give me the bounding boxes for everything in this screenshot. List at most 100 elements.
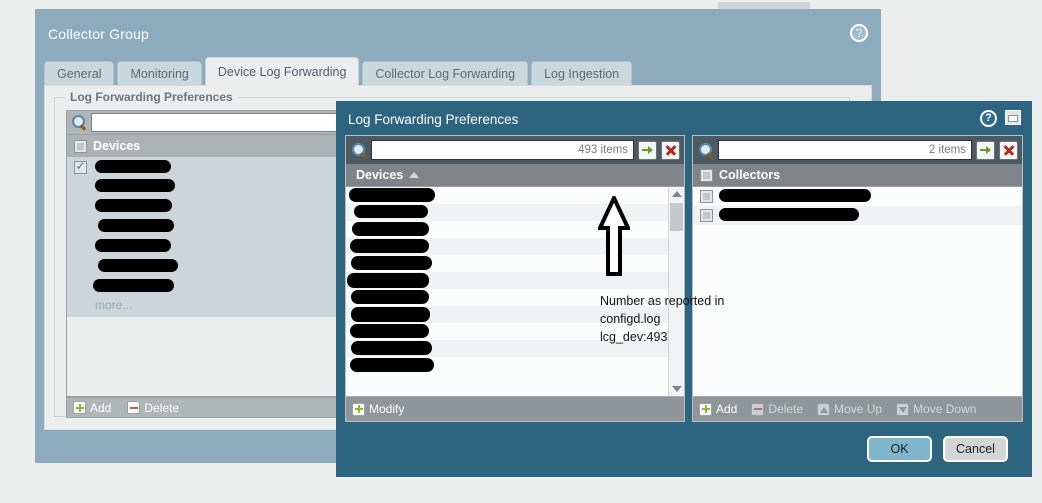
delete-button-label: Delete <box>144 400 180 415</box>
chevron-up-icon[interactable] <box>669 187 684 201</box>
redacted-device-name <box>95 179 175 192</box>
column-header-devices: Devices <box>93 139 141 153</box>
row-checkbox[interactable] <box>699 209 713 222</box>
arrow-right-icon[interactable] <box>976 140 995 160</box>
modify-button-label: Modify <box>369 402 405 416</box>
cancel-button[interactable]: Cancel <box>943 436 1008 462</box>
redacted-device-name <box>350 239 429 253</box>
devices-search-input[interactable]: 493 items <box>371 140 634 160</box>
ok-button[interactable]: OK <box>867 436 932 462</box>
list-item[interactable] <box>346 187 684 204</box>
row-checkbox-cell[interactable] <box>693 190 719 203</box>
search-icon <box>72 115 87 130</box>
devices-panel: 493 items Devices Modify <box>345 135 685 422</box>
tab-bar: General Monitoring Device Log Forwarding… <box>44 57 635 86</box>
tab-monitoring[interactable]: Monitoring <box>117 61 202 86</box>
redacted-text-top <box>718 2 810 9</box>
add-button-label: Add <box>90 400 112 415</box>
collectors-column-header[interactable]: Collectors <box>693 164 1022 187</box>
tab-collector-log-forwarding[interactable]: Collector Log Forwarding <box>362 61 529 86</box>
tab-log-ingestion[interactable]: Log Ingestion <box>531 61 633 86</box>
redacted-device-name <box>351 290 429 304</box>
devices-item-count: 493 items <box>578 144 628 156</box>
tab-general[interactable]: General <box>44 61 115 86</box>
list-item[interactable] <box>346 357 684 374</box>
add-button[interactable]: Add <box>73 401 111 415</box>
redacted-collector-name <box>719 189 871 202</box>
row-checkbox-cell[interactable] <box>67 159 93 174</box>
help-circle-icon[interactable]: ? <box>850 24 868 42</box>
delete-button-label: Delete <box>768 402 804 416</box>
delete-button[interactable]: Delete <box>127 401 179 415</box>
redacted-device-name <box>351 341 432 355</box>
collectors-panel: 2 items Collectors Add Delete Move Up Mo… <box>692 135 1023 422</box>
plus-icon <box>352 402 365 416</box>
collectors-item-count: 2 items <box>928 144 966 156</box>
arrow-up-icon <box>817 402 831 416</box>
redacted-device-name <box>351 307 430 322</box>
collectors-list[interactable] <box>693 187 1022 396</box>
help-circle-icon[interactable]: ? <box>980 110 997 127</box>
redacted-device-name <box>349 188 435 202</box>
search-icon <box>352 142 367 158</box>
redacted-device-name <box>98 219 174 232</box>
column-header-devices: Devices <box>356 168 404 182</box>
restore-window-icon[interactable] <box>1005 110 1021 125</box>
redacted-device-name <box>351 256 432 270</box>
annotation-text: Number as reported in configd.log lcg_de… <box>600 294 725 344</box>
list-item[interactable] <box>693 206 1022 225</box>
move-down-button-label: Move Down <box>913 402 977 416</box>
list-item[interactable] <box>346 204 684 221</box>
collectors-search-bar: 2 items <box>693 136 1022 164</box>
plus-icon <box>73 401 86 414</box>
devices-column-header[interactable]: Devices <box>346 164 684 187</box>
up-arrow-annotation <box>598 196 630 276</box>
close-x-icon[interactable] <box>661 140 680 160</box>
dialog-title: Log Forwarding Preferences <box>348 112 519 127</box>
list-item[interactable] <box>346 221 684 238</box>
move-up-button-label: Move Up <box>834 402 883 416</box>
window-title: Collector Group <box>48 26 150 42</box>
minus-icon <box>127 401 141 414</box>
select-all-checkbox[interactable] <box>73 139 87 153</box>
select-all-checkbox-cell[interactable] <box>67 139 93 153</box>
redacted-device-name <box>98 259 178 272</box>
minus-icon <box>751 402 765 416</box>
add-button[interactable]: Add <box>699 402 737 416</box>
search-icon <box>699 142 714 158</box>
select-all-checkbox[interactable] <box>699 168 713 182</box>
arrow-down-icon <box>896 402 910 416</box>
log-forwarding-preferences-dialog: Log Forwarding Preferences ? 493 items D… <box>336 101 1032 477</box>
list-item[interactable] <box>346 238 684 255</box>
redacted-device-name <box>352 222 429 236</box>
redacted-device-name <box>95 160 171 173</box>
more-link[interactable]: more... <box>95 298 132 312</box>
redacted-device-name <box>93 279 174 292</box>
redacted-device-name <box>354 205 428 218</box>
redacted-device-name <box>347 273 429 288</box>
sort-ascending-icon <box>409 172 420 178</box>
row-checkbox-cell[interactable] <box>693 209 719 222</box>
move-down-button: Move Down <box>896 402 976 416</box>
select-all-checkbox-cell[interactable] <box>693 168 719 182</box>
list-item[interactable] <box>693 187 1022 206</box>
desktop-background <box>0 0 1042 10</box>
arrow-right-icon[interactable] <box>638 140 657 160</box>
add-button-label: Add <box>716 402 738 416</box>
close-x-icon[interactable] <box>999 140 1018 160</box>
redacted-device-name <box>350 358 434 372</box>
tab-device-log-forwarding[interactable]: Device Log Forwarding <box>204 57 360 86</box>
redacted-device-name <box>95 239 171 252</box>
collectors-search-input[interactable]: 2 items <box>718 140 972 160</box>
redacted-collector-name <box>719 208 859 221</box>
chevron-down-icon[interactable] <box>669 382 684 396</box>
list-item[interactable] <box>346 272 684 289</box>
row-checkbox[interactable] <box>73 159 87 174</box>
list-item[interactable] <box>346 255 684 272</box>
scrollbar-thumb[interactable] <box>670 203 683 231</box>
row-checkbox[interactable] <box>699 190 713 203</box>
column-header-collectors: Collectors <box>719 168 781 182</box>
modify-button[interactable]: Modify <box>352 402 404 416</box>
devices-search-bar: 493 items <box>346 136 684 164</box>
collectors-panel-toolbar: Add Delete Move Up Move Down <box>693 396 1022 421</box>
